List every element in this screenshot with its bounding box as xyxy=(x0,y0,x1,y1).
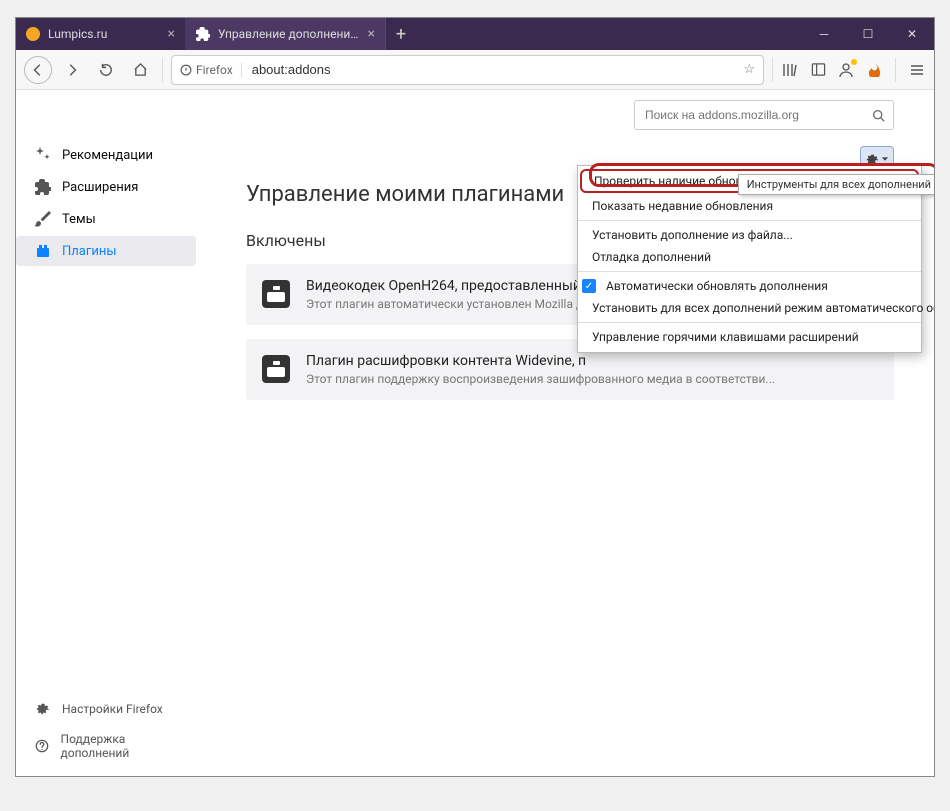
title-bar: Lumpics.ru × Управление дополнениями × +… xyxy=(16,18,934,50)
bookmark-star-icon[interactable]: ☆ xyxy=(743,62,755,77)
sidebar-item-label: Плагины xyxy=(62,244,116,259)
search-icon[interactable] xyxy=(872,109,885,122)
maximize-button[interactable]: ☐ xyxy=(846,18,890,50)
menu-item-debug[interactable]: Отладка дополнений xyxy=(578,246,921,268)
sidebar-item-label: Поддержка дополнений xyxy=(61,732,186,760)
chevron-down-icon xyxy=(881,155,889,163)
home-button[interactable] xyxy=(126,56,154,84)
identity-label: Firefox xyxy=(196,63,233,77)
plugin-title: Плагин расшифровки контента Widevine, п xyxy=(306,353,878,369)
plugin-icon xyxy=(34,242,52,260)
menu-icon[interactable] xyxy=(908,61,926,79)
sidebar-item-extensions[interactable]: Расширения xyxy=(16,172,196,202)
sidebar-item-recommendations[interactable]: Рекомендации xyxy=(16,140,196,170)
favicon-lumpics xyxy=(26,27,40,41)
tab-addons[interactable]: Управление дополнениями × xyxy=(186,18,386,50)
sidebar-icon[interactable] xyxy=(809,61,827,79)
sidebar-item-label: Настройки Firefox xyxy=(62,702,163,716)
plugin-icon xyxy=(262,355,290,383)
sidebar-item-support[interactable]: Поддержка дополнений xyxy=(16,726,196,766)
url-input[interactable] xyxy=(250,61,736,78)
sidebar-item-plugins[interactable]: Плагины xyxy=(16,236,196,266)
library-icon[interactable] xyxy=(781,61,799,79)
site-identity[interactable]: Firefox xyxy=(180,63,242,77)
reload-button[interactable] xyxy=(92,56,120,84)
menu-item-show-recent[interactable]: Показать недавние обновления xyxy=(578,195,921,217)
sidebar: Рекомендации Расширения Темы Плагины xyxy=(16,90,196,776)
close-icon[interactable]: × xyxy=(368,26,375,42)
tab-lumpics[interactable]: Lumpics.ru × xyxy=(16,18,186,50)
minimize-button[interactable]: ─ xyxy=(802,18,846,50)
close-icon[interactable]: × xyxy=(168,26,175,42)
menu-item-install-from-file[interactable]: Установить дополнение из файла... xyxy=(578,224,921,246)
help-icon xyxy=(34,737,51,755)
sparkle-icon xyxy=(34,146,52,164)
url-bar[interactable]: Firefox ☆ xyxy=(171,55,764,85)
tab-label: Управление дополнениями xyxy=(218,27,360,41)
sidebar-item-label: Рекомендации xyxy=(62,148,153,163)
close-button[interactable]: ✕ xyxy=(890,18,934,50)
sidebar-item-settings[interactable]: Настройки Firefox xyxy=(16,694,196,724)
menu-item-set-auto-all[interactable]: Установить для всех дополнений режим авт… xyxy=(578,297,921,319)
search-input[interactable] xyxy=(643,107,872,123)
sidebar-item-label: Темы xyxy=(62,212,96,227)
app-window: Lumpics.ru × Управление дополнениями × +… xyxy=(15,17,935,777)
fire-icon[interactable] xyxy=(865,61,883,79)
puzzle-icon xyxy=(196,27,210,41)
addons-search[interactable] xyxy=(634,100,894,130)
menu-item-manage-shortcuts[interactable]: Управление горячими клавишами расширений xyxy=(578,326,921,348)
nav-bar: Firefox ☆ xyxy=(16,50,934,90)
main-pane: Управление моими плагинами Включены Виде… xyxy=(196,90,934,776)
gear-tooltip: Инструменты для всех дополнений xyxy=(738,174,934,195)
plugin-description: Этот плагин поддержку воспроизведения за… xyxy=(306,372,878,386)
puzzle-icon xyxy=(34,178,52,196)
back-button[interactable] xyxy=(24,56,52,84)
sidebar-item-label: Расширения xyxy=(62,180,138,195)
forward-button[interactable] xyxy=(58,56,86,84)
plugin-icon xyxy=(262,280,290,308)
brush-icon xyxy=(34,210,52,228)
sidebar-item-themes[interactable]: Темы xyxy=(16,204,196,234)
account-icon[interactable] xyxy=(837,61,855,79)
menu-item-auto-update[interactable]: Автоматически обновлять дополнения xyxy=(578,275,921,297)
tab-label: Lumpics.ru xyxy=(48,27,160,41)
gear-icon xyxy=(34,700,52,718)
new-tab-button[interactable]: + xyxy=(386,18,416,50)
